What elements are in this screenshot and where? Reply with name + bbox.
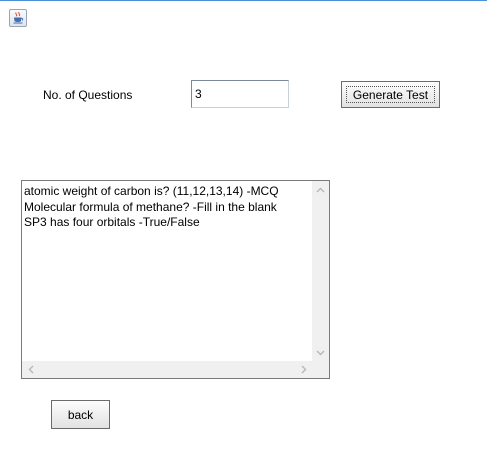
scroll-left-arrow-icon[interactable] xyxy=(22,361,39,378)
scroll-down-arrow-icon[interactable] xyxy=(312,344,329,361)
scrollbar-corner xyxy=(312,361,329,378)
back-button[interactable]: back xyxy=(51,400,110,429)
vertical-scrollbar[interactable] xyxy=(312,181,329,361)
questions-text-area[interactable]: atomic weight of carbon is? (11,12,13,14… xyxy=(21,180,330,379)
question-line: Molecular formula of methane? -Fill in t… xyxy=(24,199,277,214)
questions-count-input[interactable] xyxy=(191,80,289,108)
java-coffee-cup-icon[interactable] xyxy=(9,9,27,27)
question-line: SP3 has four orbitals -True/False xyxy=(24,215,200,229)
questions-text-content[interactable]: atomic weight of carbon is? (11,12,13,14… xyxy=(24,184,310,358)
scroll-right-arrow-icon[interactable] xyxy=(295,361,312,378)
scroll-up-arrow-icon[interactable] xyxy=(312,181,329,198)
generate-test-button[interactable]: Generate Test xyxy=(341,81,440,108)
questions-count-label: No. of Questions xyxy=(43,88,133,102)
generate-test-label: Generate Test xyxy=(346,86,435,103)
question-line: atomic weight of carbon is? (11,12,13,14… xyxy=(24,184,279,198)
horizontal-scrollbar[interactable] xyxy=(22,361,312,378)
window-top-border xyxy=(0,0,487,1)
